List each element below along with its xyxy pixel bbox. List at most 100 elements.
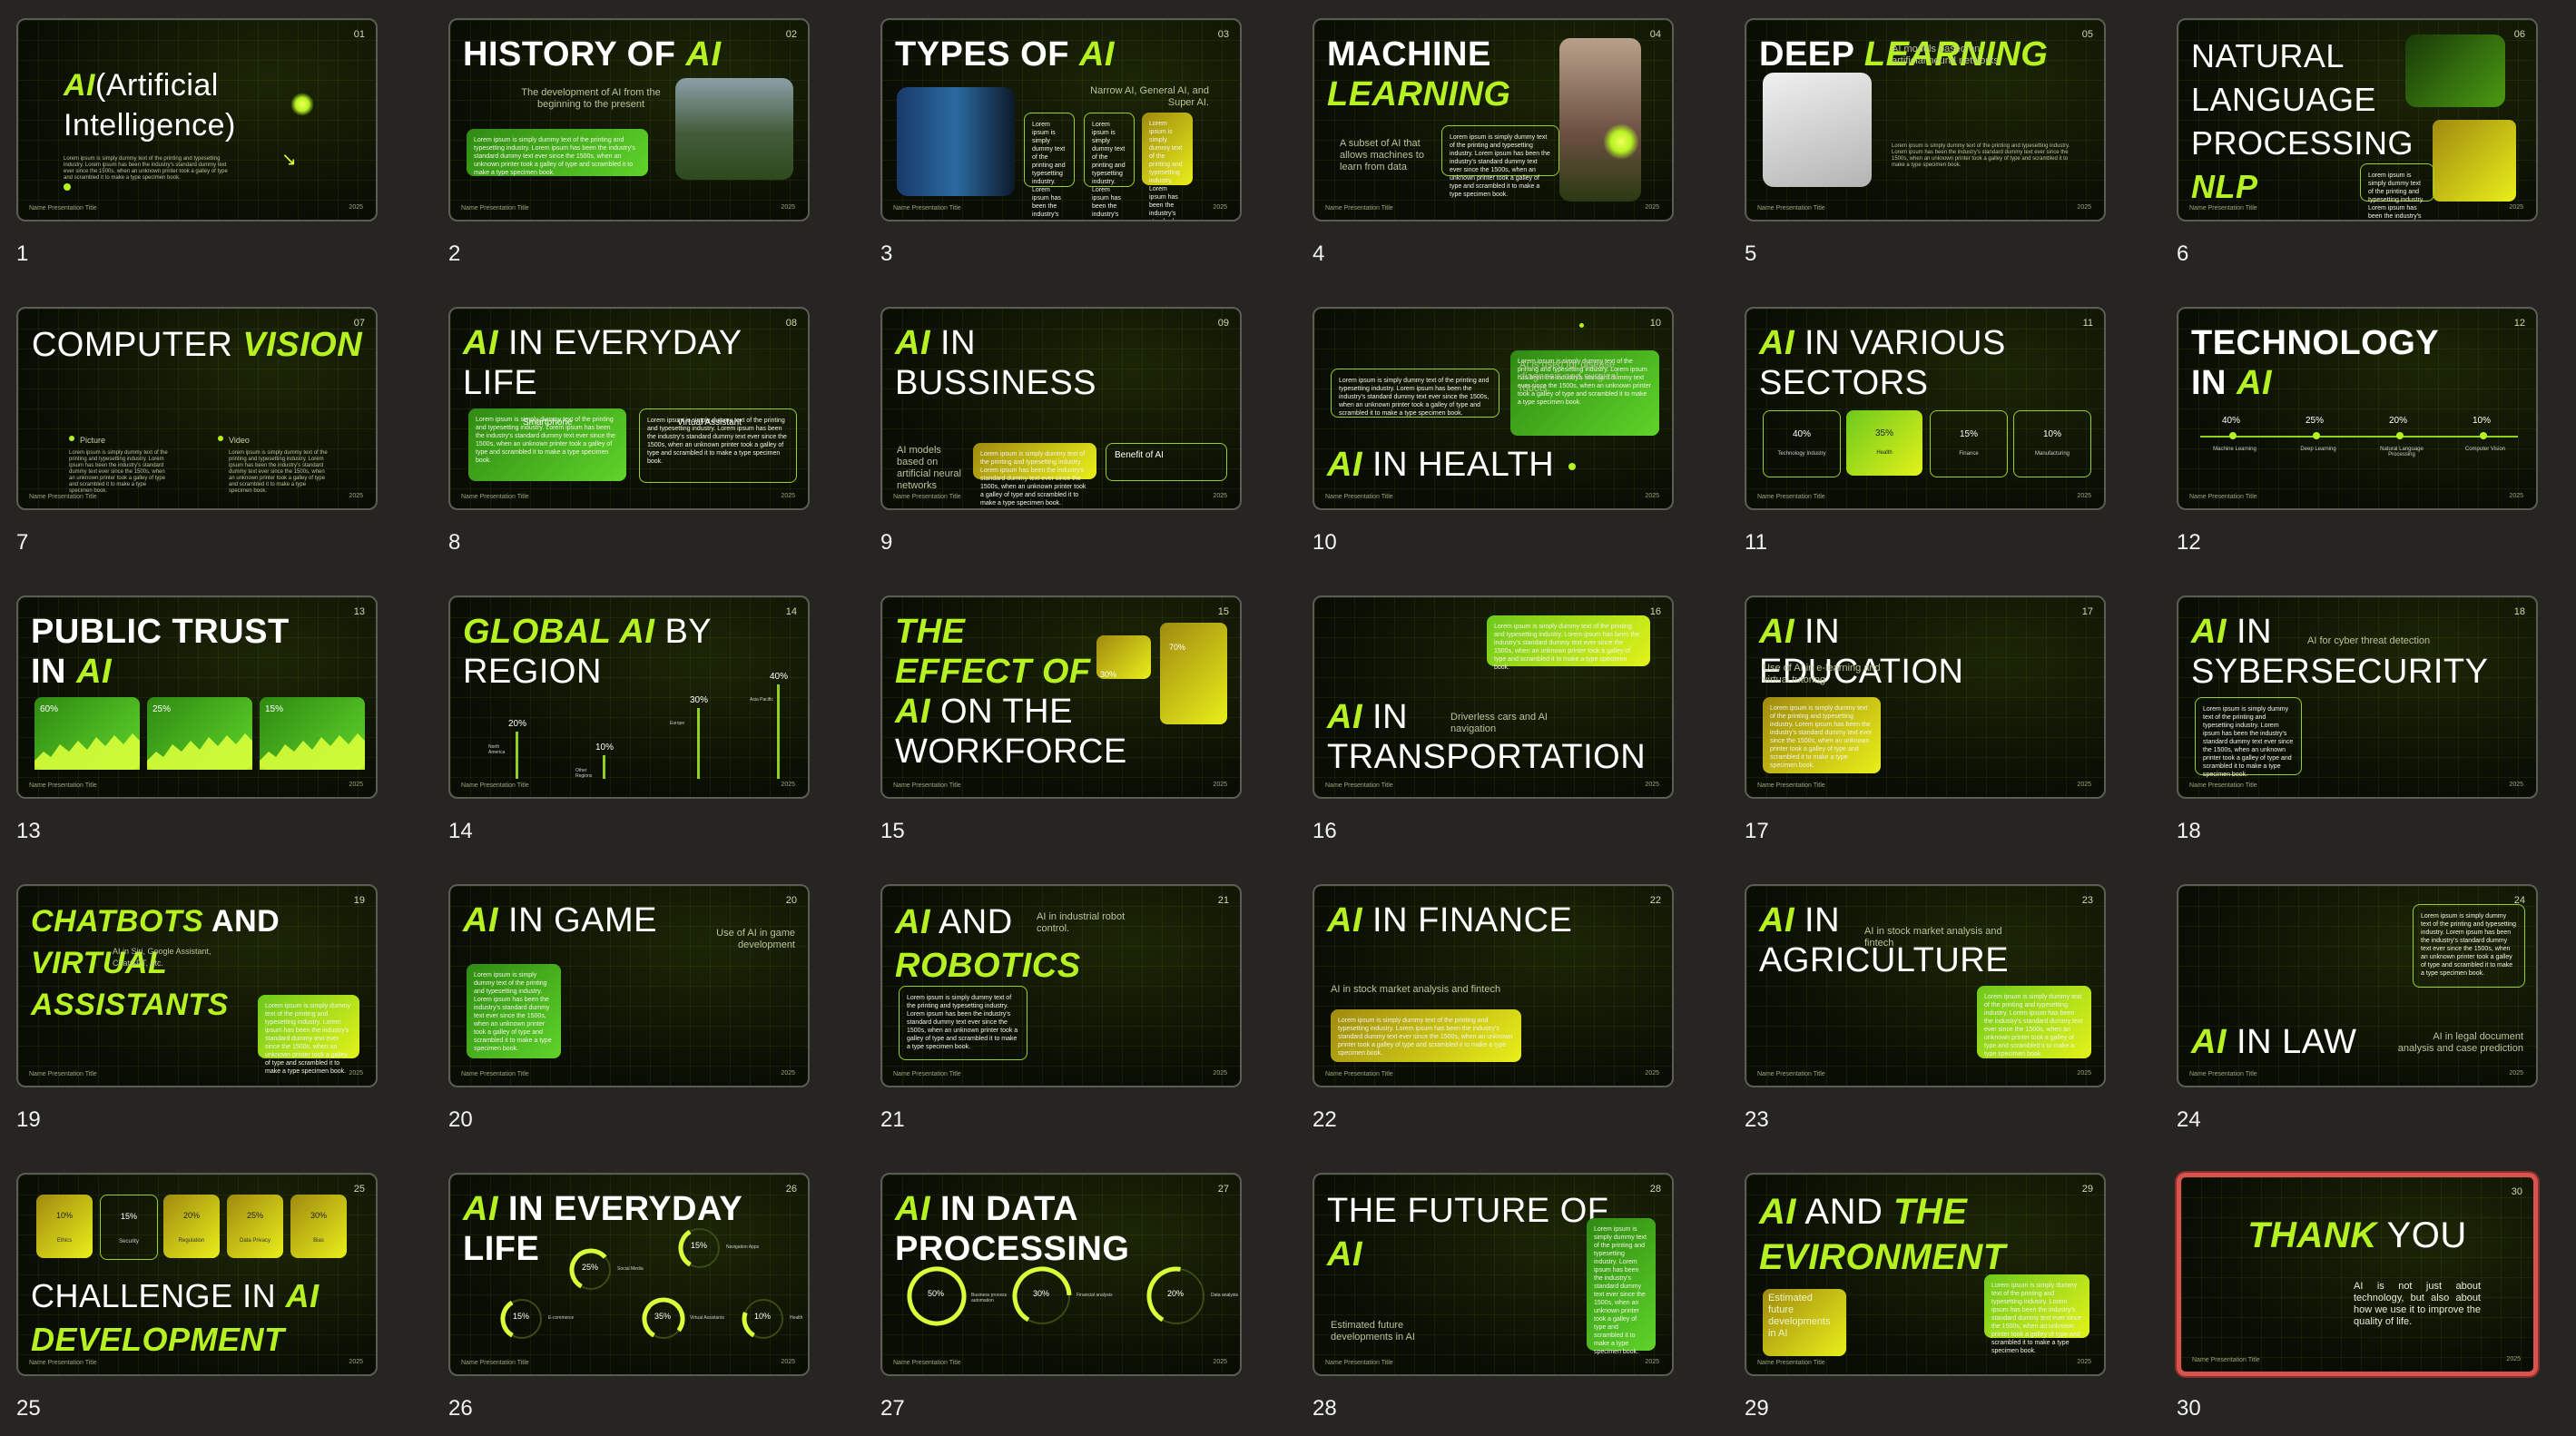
slide-number: 21 — [880, 1107, 905, 1132]
area-chart-icon — [147, 733, 252, 770]
slide-page-number: 08 — [785, 318, 797, 329]
slide-footer-right: 2025 — [349, 493, 363, 499]
slide-thumbnail[interactable]: 02 HISTORY OF AI Name Presentation Title 20… — [448, 18, 810, 221]
slide-thumbnail[interactable]: 04 MACHINE LEARNING Name Presentation Titl… — [1313, 18, 1674, 221]
slide-number: 7 — [16, 530, 29, 555]
stat-value: 70% — [1169, 643, 1186, 652]
slide-subtitle: AI is used for disease diagnosis and sur… — [1519, 359, 1618, 394]
stat-label: Technology Industry — [1777, 451, 1826, 457]
bar — [516, 732, 518, 779]
slide-cell: 17 AI IN EDUCATION Name Presentation Title… — [1728, 577, 2106, 859]
slide-thumbnail[interactable]: 17 AI IN EDUCATION Name Presentation Title… — [1745, 595, 2106, 799]
stat-value: 25% — [152, 704, 172, 714]
slide-footer-right: 2025 — [1645, 1070, 1659, 1077]
slide-cell: 27 AI IN DATA PROCESSING Name Presentation… — [864, 1155, 1242, 1436]
slide-thumbnail[interactable]: 24 AI IN LAW Name Presentation Title 2025 AI… — [2177, 884, 2538, 1087]
slide-thumbnail[interactable]: 11 AI IN VARIOUS SECTORS Name Presentation… — [1745, 307, 2106, 510]
slide-thumbnail[interactable]: 28 THE FUTURE OF AI Name Presentation Titl… — [1313, 1173, 1674, 1376]
slide-number: 1 — [16, 241, 29, 266]
slide-footer: Name Presentation Title — [461, 205, 529, 211]
content-box: Lorem ipsum is simply dummy text of the … — [899, 986, 1027, 1060]
slide-thumbnail[interactable]: 20 AI IN GAME Name Presentation Title 2025 U… — [448, 884, 810, 1087]
slide-thumbnail[interactable]: 23 AI IN AGRICULTURE Name Presentation Tit… — [1745, 884, 2106, 1087]
slide-thumbnail[interactable]: 29 AI AND THE EVIRONMENT Name Presentation… — [1745, 1173, 2106, 1376]
slide-thumbnail[interactable]: 19 CHATBOTS AND VIRTUAL ASSISTANTS Name Pr… — [16, 884, 378, 1087]
stat-card: 25% Data Privacy — [227, 1195, 283, 1258]
slide-footer: Name Presentation Title — [893, 782, 961, 789]
stat-label: Machine Learning — [2213, 447, 2256, 452]
slide-page-number: 22 — [1649, 895, 1661, 906]
slide-number: 24 — [2177, 1107, 2201, 1132]
slide-number: 20 — [448, 1107, 473, 1132]
stat-value: 25% — [2306, 416, 2325, 426]
slide-page-number: 17 — [2081, 606, 2093, 617]
slide-page-number: 23 — [2081, 895, 2093, 906]
stat-value: 30% — [1033, 1289, 1050, 1298]
accent-dot — [1568, 463, 1576, 470]
slide-thumbnail[interactable]: 01 AI(Artificial Intelligence) Name Presen… — [16, 18, 378, 221]
slide-footer: Name Presentation Title — [29, 1071, 97, 1077]
slide-title: AI IN TRANSPORTATION — [1327, 697, 1646, 777]
slide-thumbnail[interactable]: 14 GLOBAL AI BY REGION Name Presentation T… — [448, 595, 810, 799]
slide-thumbnail[interactable]: 03 TYPES OF AI Name Presentation Title 2025… — [880, 18, 1242, 221]
slide-thumbnail[interactable]: 06 NATURAL LANGUAGE PROCESSING NLP Name Pr… — [2177, 18, 2538, 221]
slide-cell: 06 NATURAL LANGUAGE PROCESSING NLP Name Pr… — [2160, 0, 2538, 281]
slide-footer-right: 2025 — [2509, 493, 2523, 499]
stat-label: Deep Learning — [2300, 447, 2336, 452]
body-text: Lorem ipsum is simply dummy text of the … — [1092, 122, 1126, 218]
slide-footer-right: 2025 — [349, 204, 363, 211]
slide-thumbnail[interactable]: 27 AI IN DATA PROCESSING Name Presentation… — [880, 1173, 1242, 1376]
slide-thumbnail[interactable]: 09 AI IN BUSSINESS Name Presentation Title… — [880, 307, 1242, 510]
slide-page-number: 15 — [1217, 606, 1229, 617]
title-part: YOU — [2376, 1215, 2467, 1255]
slide-page-number: 03 — [1217, 29, 1229, 40]
stat-label: Data Privacy — [239, 1238, 270, 1244]
body-text: Lorem ipsum is simply dummy text of the … — [1339, 378, 1490, 417]
slide-cell: 04 MACHINE LEARNING Name Presentation Titl… — [1296, 0, 1674, 281]
slide-thumbnail[interactable]: 05 DEEP LEARNING Name Presentation Title 20… — [1745, 18, 2106, 221]
slide-thumbnail[interactable]: 22 AI IN FINANCE Name Presentation Title 20… — [1313, 884, 1674, 1087]
slide-title: COMPUTER VISION — [18, 323, 376, 367]
title-part: AI — [1327, 698, 1362, 736]
body-text: Lorem ipsum is simply dummy text of the … — [474, 137, 635, 176]
title-part: AI — [2191, 1023, 2227, 1061]
slide-page-number: 26 — [785, 1184, 797, 1195]
bullet-dot — [69, 436, 74, 441]
content-box: Lorem ipsum is simply dummy text of the … — [2413, 904, 2525, 988]
title-part: THE FUTURE OF — [1327, 1192, 1609, 1230]
slide-thumbnail[interactable]: 08 AI IN EVERYDAY LIFE Name Presentation T… — [448, 307, 810, 510]
slide-thumbnail[interactable]: 07 COMPUTER VISION Name Presentation Title… — [16, 307, 378, 510]
slide-footer-right: 2025 — [349, 1359, 363, 1365]
card-label: Smartphone — [523, 418, 573, 428]
content-box: Lorem ipsum is simply dummy text of the … — [1441, 125, 1559, 198]
slide-title: AI IN DATA PROCESSING — [895, 1189, 1185, 1269]
stat-label: Regulation — [178, 1238, 205, 1244]
slide-thumbnail[interactable]: 12 TECHNOLOGY IN AI Name Presentation Titl… — [2177, 307, 2538, 510]
slide-number: 22 — [1313, 1107, 1337, 1132]
slide-thumbnail[interactable]: 18 AI IN SYBERSECURITY Name Presentation T… — [2177, 595, 2538, 799]
slide-page-number: 20 — [785, 895, 797, 906]
slide-number: 29 — [1745, 1396, 1769, 1421]
slide-number: 16 — [1313, 819, 1337, 843]
slide-thumbnail[interactable]: 26 AI IN EVERYDAY LIFE Name Presentation T… — [448, 1173, 810, 1376]
slide-number: 30 — [2177, 1396, 2201, 1421]
slide-thumbnail[interactable]: 16 AI IN TRANSPORTATION Name Presentation … — [1313, 595, 1674, 799]
slide-thumbnail[interactable]: 15 THE EFFECT OF AI ON THE WORKFORCE Name … — [880, 595, 1242, 799]
slide-page-number: 19 — [353, 895, 365, 906]
slide-footer-right: 2025 — [2506, 1356, 2521, 1362]
slide-footer: Name Presentation Title — [893, 1360, 961, 1366]
slide-thumbnail[interactable]: 10 AI IN HEALTH Name Presentation Title 202… — [1313, 307, 1674, 510]
slide-thumbnail[interactable]: 21 AI AND ROBOTICS Name Presentation Title… — [880, 884, 1242, 1087]
slide-page-number: 21 — [1217, 895, 1229, 906]
title-part: NATURAL LANGUAGE PROCESSING — [2191, 37, 2414, 162]
slide-title: AI IN EVERYDAY LIFE — [463, 323, 753, 403]
slide-thumbnail[interactable]: 13 PUBLIC TRUST IN AI Name Presentation Ti… — [16, 595, 378, 799]
slide-thumbnail[interactable]: 30 THANK YOU Name Presentation Title 2025 AI… — [2177, 1173, 2538, 1376]
slide-subtitle: AI in Siri, Google Assistant, ChatGPT, e… — [113, 947, 211, 968]
title-part: IN DATA PROCESSING — [895, 1190, 1130, 1268]
slide-number: 19 — [16, 1107, 41, 1132]
timeline-dot — [2313, 432, 2320, 439]
title-part: AI — [685, 35, 722, 74]
slide-thumbnail[interactable]: 25 CHALLENGE IN AI DEVELOPMENT Name Presen… — [16, 1173, 378, 1376]
slide-page-number: 27 — [1217, 1184, 1229, 1195]
